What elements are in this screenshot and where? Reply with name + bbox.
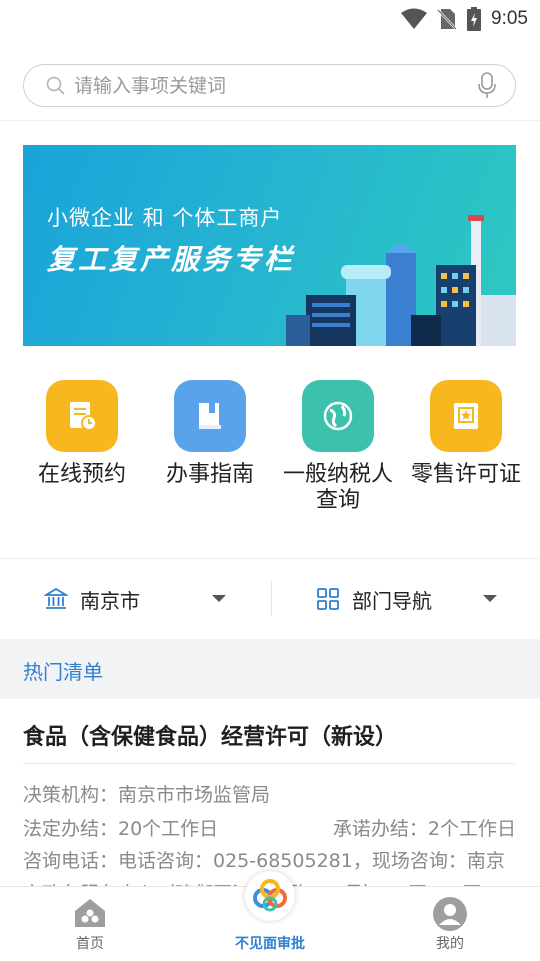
approval-logo-icon[interactable]: [245, 871, 295, 921]
battery-icon: [467, 7, 482, 31]
calendar-icon: [46, 380, 118, 452]
department-label: 部门导航: [352, 588, 432, 613]
item-legal-time: 法定办结：20个工作日: [23, 818, 219, 840]
department-selector[interactable]: 部门导航: [316, 560, 516, 638]
tab-label: 我的: [436, 936, 464, 952]
banner-subtitle: 小微企业 和 个体工商户: [47, 206, 283, 230]
service-guide[interactable]: 办事指南: [146, 380, 274, 488]
chevron-down-icon: [483, 595, 497, 602]
service-online-booking[interactable]: 在线预约: [18, 380, 146, 488]
service-label: 零售许可证: [410, 462, 521, 487]
tab-mine[interactable]: 我的: [380, 887, 520, 961]
book-icon: [174, 380, 246, 452]
certificate-icon: [430, 380, 502, 452]
tab-label: 首页: [76, 936, 104, 952]
list-item[interactable]: 食品（含保健食品）经营许可（新设） 决策机构：南京市市场监管局 法定办结：20个…: [0, 700, 540, 905]
item-org: 决策机构：南京市市场监管局: [23, 784, 271, 806]
city-selector[interactable]: 南京市: [44, 560, 244, 638]
globe-icon: [302, 380, 374, 452]
user-icon: [433, 897, 467, 931]
wifi-icon: [401, 8, 428, 29]
item-title: 食品（含保健食品）经营许可（新设）: [23, 725, 398, 750]
search-icon: [46, 76, 65, 95]
filter-bar: 南京市 部门导航: [0, 560, 540, 638]
government-building-icon: [44, 587, 68, 609]
item-promise-time: 承诺办结：2个工作日: [332, 818, 516, 840]
service-grid: 在线预约 办事指南 一般纳税人查询 零售许可证: [0, 380, 540, 530]
divider: [0, 120, 540, 121]
service-taxpayer-query[interactable]: 一般纳税人查询: [274, 380, 402, 514]
hot-list-title: 热门清单: [23, 660, 103, 684]
chevron-down-icon: [212, 595, 226, 602]
search-input[interactable]: [74, 65, 464, 106]
service-label: 一般纳税人查询: [282, 462, 393, 513]
tab-label: 不见面审批: [235, 936, 305, 952]
microphone-icon[interactable]: [477, 72, 497, 100]
city-label: 南京市: [80, 588, 140, 613]
service-label: 办事指南: [165, 462, 254, 487]
status-icons: 9:05: [401, 6, 528, 32]
divider: [0, 558, 540, 559]
home-icon: [75, 899, 105, 927]
promo-banner[interactable]: 小微企业 和 个体工商户 复工复产服务专栏: [23, 145, 516, 346]
divider: [271, 580, 272, 616]
divider: [23, 763, 516, 764]
service-retail-license[interactable]: 零售许可证: [402, 380, 530, 488]
tab-home[interactable]: 首页: [20, 887, 160, 961]
search-bar[interactable]: [23, 64, 516, 107]
grid-icon: [317, 588, 339, 610]
no-sim-icon: [437, 9, 457, 30]
status-time: 9:05: [491, 8, 528, 29]
status-bar: 9:05: [0, 0, 540, 40]
factory-illustration: [286, 215, 516, 346]
banner-title: 复工复产服务专栏: [47, 243, 296, 276]
bottom-tab-bar: 首页 不见面审批 我的: [0, 871, 540, 961]
service-label: 在线预约: [37, 462, 126, 487]
hot-list-header: 热门清单: [0, 639, 540, 699]
